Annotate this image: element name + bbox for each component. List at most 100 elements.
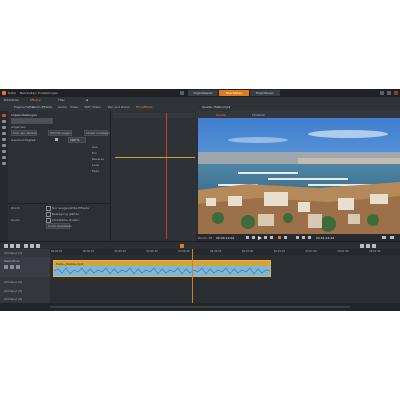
ruler-tick-label: 00:00:10 (82, 250, 95, 253)
checkbox-label: Lautstärke ändern (52, 218, 80, 222)
motion-icon[interactable] (2, 156, 6, 159)
eye-icon[interactable] (10, 265, 14, 269)
section-title: Clipeinstellungen (11, 113, 37, 117)
keyframe-curve[interactable] (115, 157, 195, 158)
audio-icon[interactable] (2, 144, 6, 147)
subsection-title: Allgemein (11, 125, 26, 129)
step-back-icon[interactable] (252, 236, 255, 239)
razor-icon[interactable] (24, 244, 28, 248)
adjust-audio-button[interactable]: Audio anpassen (46, 223, 72, 229)
keyframe-playhead[interactable] (166, 113, 167, 239)
tab-audio[interactable]: Audio (58, 105, 67, 109)
record-icon[interactable] (2, 114, 6, 117)
checkbox[interactable] (46, 206, 51, 211)
horizontal-scrollbar[interactable] (50, 306, 350, 308)
list-item[interactable]: Fade (92, 169, 99, 173)
mode-organize[interactable]: Organisieren (188, 90, 218, 96)
mark-in-icon[interactable] (278, 236, 281, 239)
list-item[interactable]: Loop (92, 163, 99, 167)
timeline-playhead[interactable] (192, 249, 193, 311)
preset-bar[interactable] (11, 118, 53, 124)
tab-timeline-preview[interactable]: Timeline (252, 113, 265, 117)
video-preview[interactable] (198, 118, 400, 234)
brush-icon[interactable] (2, 132, 6, 135)
settings-icon[interactable] (390, 236, 394, 239)
mode-edit[interactable]: Bearbeiten (219, 90, 249, 96)
step-forward-icon[interactable] (264, 236, 267, 239)
snap-icon[interactable] (30, 244, 34, 248)
tab-source[interactable]: Quelle (216, 113, 226, 117)
tab-film-effects[interactable]: Filmeffekte (136, 105, 153, 109)
undo-icon[interactable] (4, 244, 8, 248)
show-cut-button[interactable]: Schnitt zeigen (48, 130, 72, 136)
window-icon[interactable] (180, 91, 184, 95)
tab-audio-effects[interactable]: Audio-Effekte (32, 105, 52, 109)
track-header[interactable]: Mediathek (0, 257, 50, 278)
harbor-video-frame (198, 118, 400, 234)
restart-clip-button[interactable]: Clip neu starten (11, 130, 37, 136)
ruler-tick-label: 00:01:40 (369, 250, 381, 253)
tab-video[interactable]: Video (70, 105, 78, 109)
close-icon[interactable] (394, 91, 398, 95)
preview-title: Quelle: Hafen.mp4 (202, 105, 231, 109)
audio-label: Audio (11, 218, 20, 222)
loop-icon[interactable] (296, 236, 299, 239)
zoom-out-icon[interactable] (360, 244, 364, 248)
menu-bar: Datei Bearbeiten Einstellungen Organisie… (0, 89, 400, 97)
menu-settings[interactable]: Einstellungen (38, 91, 58, 95)
menu-edit[interactable]: Bearbeiten (20, 91, 36, 95)
ruler-tick-label: 00:01:30 (337, 250, 349, 253)
app-logo-icon (2, 91, 6, 95)
crop-icon[interactable] (2, 120, 6, 123)
lock-icon[interactable] (4, 265, 8, 269)
play-icon[interactable] (258, 236, 262, 240)
fit-timeline-icon[interactable] (372, 244, 376, 248)
keyframe-panel (110, 111, 197, 241)
zoom-select[interactable]: Zoom: Fit (198, 236, 212, 240)
mark-out-icon[interactable] (284, 236, 287, 239)
fullscreen-icon[interactable] (308, 236, 311, 239)
list-item[interactable]: Ein (92, 151, 97, 155)
speed-input[interactable]: 100 % (68, 137, 86, 143)
divider (8, 203, 110, 204)
ruler-tick-label: 00:01:20 (305, 250, 317, 253)
ruler-tick-label: 00:00:20 (114, 250, 126, 253)
speaker-icon[interactable] (16, 265, 20, 269)
menu-file[interactable]: Datei (8, 91, 16, 95)
clip-settings-panel: Clipeinstellungen Allgemein Clip neu sta… (8, 111, 110, 241)
timeline-clip[interactable]: Hafen_Palma.mp4 (53, 260, 271, 277)
tool-icon-strip (0, 111, 8, 241)
ruler-tick-label: 00:01:00 (241, 250, 254, 253)
skip-back-icon[interactable] (246, 236, 249, 239)
maximize-icon[interactable] (387, 91, 391, 95)
tab-library[interactable]: Bibliothek (4, 98, 19, 102)
ruler-tick-label: 00:01:10 (273, 250, 285, 253)
magnet-icon[interactable] (36, 244, 40, 248)
show-linear-button[interactable]: Linear anzeigen (84, 130, 110, 136)
skip-forward-icon[interactable] (270, 236, 273, 239)
mask-icon[interactable] (2, 162, 6, 165)
list-item[interactable]: Aus (92, 145, 98, 149)
list-item[interactable]: Reverse (92, 157, 104, 161)
volume-icon[interactable] (382, 236, 386, 239)
tab-effects[interactable]: Effekte (30, 98, 41, 102)
color-icon[interactable] (2, 126, 6, 129)
checkbox-label: Bewegung glätten (52, 212, 80, 216)
tab-extra[interactable]: ▪ (86, 98, 88, 102)
speed-arrow-icon[interactable] (55, 138, 58, 141)
tab-pan-zoom[interactable]: Pan und Zoom (108, 105, 130, 109)
redo-icon[interactable] (10, 244, 14, 248)
add-marker-icon[interactable] (180, 244, 184, 248)
tab-titles[interactable]: Titel (58, 98, 64, 102)
delete-icon[interactable] (16, 244, 20, 248)
zoom-in-icon[interactable] (366, 244, 370, 248)
ruler-tick-label: 00:00:00 (51, 250, 63, 253)
minimize-icon[interactable] (380, 91, 384, 95)
transition-icon[interactable] (2, 150, 6, 153)
text-icon[interactable] (2, 138, 6, 141)
speed-label: Geschwindigkeit (11, 138, 36, 142)
checkbox[interactable] (46, 212, 51, 217)
mode-export[interactable]: Exportieren (250, 90, 280, 96)
tab-360-video[interactable]: 360° Video (84, 105, 101, 109)
shuttle-icon[interactable] (302, 236, 305, 239)
